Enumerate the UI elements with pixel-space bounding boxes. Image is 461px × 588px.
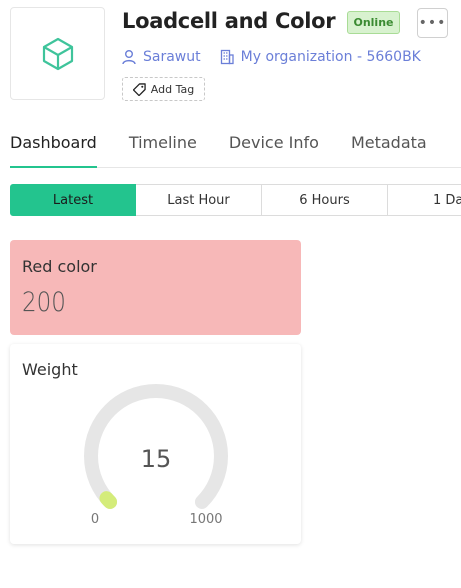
gauge-min-label: 0	[91, 512, 99, 527]
organization-link[interactable]: My organization - 5660BK	[241, 49, 421, 65]
tag-icon	[132, 82, 146, 96]
cube-icon	[42, 37, 73, 70]
owner-link[interactable]: Sarawut	[143, 49, 201, 65]
weight-widget[interactable]: Weight 15 0 1000	[10, 344, 301, 544]
range-1-day[interactable]: 1 Day	[388, 184, 461, 216]
red-color-label: Red color	[22, 257, 97, 276]
gauge-max-label: 1000	[189, 512, 222, 527]
weight-gauge: 15 0 1000	[84, 384, 228, 527]
device-icon-box	[10, 7, 105, 100]
time-range-selector: Latest Last Hour 6 Hours 1 Day	[10, 184, 461, 216]
add-tag-label: Add Tag	[150, 82, 195, 96]
range-latest[interactable]: Latest	[10, 184, 136, 216]
device-title: Loadcell and Color	[122, 9, 336, 33]
tab-dashboard[interactable]: Dashboard	[10, 130, 97, 168]
device-meta: Sarawut My organization - 5660BK	[121, 46, 421, 68]
red-color-value: 200	[22, 287, 66, 318]
range-6-hours[interactable]: 6 Hours	[262, 184, 388, 216]
add-tag-button[interactable]: Add Tag	[122, 77, 205, 101]
tab-bar: Dashboard Timeline Device Info Metadata	[10, 130, 461, 168]
ellipsis-icon: •••	[418, 15, 447, 31]
user-icon	[122, 50, 136, 65]
range-last-hour[interactable]: Last Hour	[136, 184, 262, 216]
gauge-fill	[99, 491, 118, 509]
tab-device-info[interactable]: Device Info	[229, 130, 319, 167]
gauge-value: 15	[141, 445, 172, 473]
red-color-widget[interactable]: Red color 200	[10, 240, 301, 335]
tab-metadata[interactable]: Metadata	[351, 130, 427, 167]
tab-timeline[interactable]: Timeline	[129, 130, 197, 167]
status-badge: Online	[347, 11, 400, 34]
more-options-button[interactable]: •••	[417, 8, 448, 38]
building-icon	[220, 49, 234, 65]
